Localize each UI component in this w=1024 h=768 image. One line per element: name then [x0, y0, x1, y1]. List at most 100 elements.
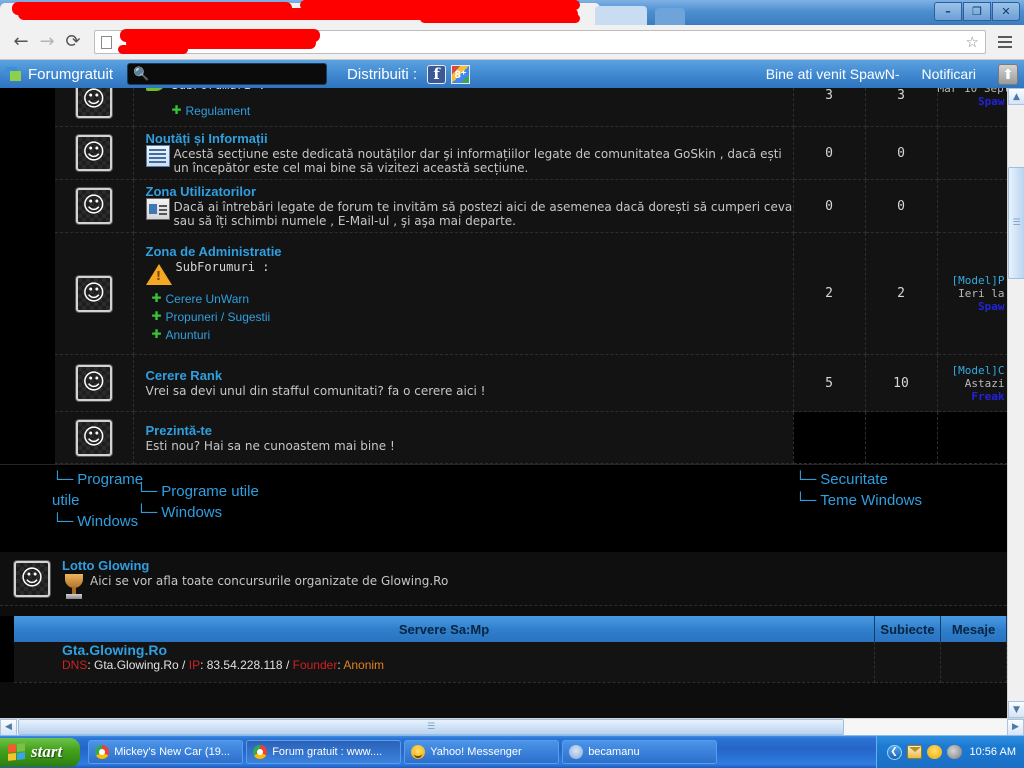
scroll-down-button[interactable]: ▼: [1008, 701, 1024, 718]
lotto-glowing-row: ☺ Lotto Glowing Aici se vor afla toate c…: [0, 552, 1007, 606]
topics-cell: 0: [793, 126, 866, 180]
posts-cell: 3: [865, 88, 938, 127]
yahoo-messenger-tray-icon[interactable]: [926, 745, 942, 759]
forum-title-link[interactable]: Noutăți și Informații: [146, 131, 268, 146]
browser-tab-second[interactable]: [595, 6, 647, 25]
taskbar-item[interactable]: Mickey's New Car (19...: [88, 740, 244, 764]
lastpost-cell: [Model]C Astazi Freak: [937, 354, 1007, 412]
reload-button[interactable]: ⟳: [60, 29, 86, 55]
close-button[interactable]: ✕: [992, 2, 1020, 21]
horizontal-scroll-thumb[interactable]: ☰: [18, 718, 844, 735]
collapse-toolbar-icon[interactable]: ⬆: [998, 63, 1018, 85]
forum-category-table: ☺ SubForumuri : ✚ Regulament: [0, 88, 1007, 464]
lastpost-cell: [937, 179, 1007, 233]
server-posts-cell: [940, 642, 1007, 683]
forum-info-cell: Zona Utilizatorilor Dacă ai întrebări le…: [133, 179, 794, 233]
founder-value: Anonim: [343, 658, 385, 672]
lotto-title-link[interactable]: Lotto Glowing: [62, 558, 149, 573]
tree-column-middle: Programe utile Windows: [136, 481, 356, 523]
facebook-icon[interactable]: f: [427, 64, 447, 84]
subforum-link[interactable]: ✚ Regulament: [170, 102, 251, 120]
topics-count: 0: [825, 145, 833, 161]
forum-unread-icon: ☺: [75, 419, 112, 456]
founder-key: Founder: [292, 658, 338, 672]
lastpost-title[interactable]: [Model]C: [938, 364, 1005, 377]
chrome-icon: [95, 745, 110, 759]
redaction-mark: [118, 45, 188, 54]
warning-icon: [145, 262, 172, 286]
google-plus-icon[interactable]: 8⁺: [451, 64, 471, 84]
table-row: ☺ Zona de Administratie SubForumuri :: [0, 232, 1007, 355]
posts-count: 3: [897, 88, 905, 103]
lastpost-user[interactable]: Spaw: [938, 300, 1005, 313]
table-row: ☺ SubForumuri : ✚ Regulament: [0, 88, 1007, 127]
forum-status-icon-cell: ☺: [55, 88, 134, 127]
forum-title-link[interactable]: Zona Utilizatorilor: [146, 184, 257, 199]
subforum-label: Cerere UnWarn: [165, 291, 250, 306]
row-gutter: [0, 411, 55, 464]
forum-page: ☺ SubForumuri : ✚ Regulament: [0, 88, 1007, 718]
taskbar-item[interactable]: Yahoo! Messenger: [404, 740, 560, 764]
subforum-label: Anunturi: [165, 327, 211, 342]
server-name-link[interactable]: Gta.Glowing.Ro: [62, 638, 167, 658]
forum-title-link[interactable]: Zona de Administratie: [146, 244, 282, 259]
ip-key: IP: [188, 658, 201, 672]
tree-link[interactable]: Programe utile: [136, 481, 356, 502]
lastpost-user[interactable]: Freak: [938, 390, 1004, 403]
forum-description: Esti nou? Hai sa ne cunoastem mai bine !: [145, 438, 395, 453]
forum-unread-icon: ☺: [14, 560, 50, 597]
forum-title-link[interactable]: Prezintă-te: [146, 423, 212, 438]
forum-info-cell: Noutăți și Informații Acestă secțiune es…: [133, 126, 794, 180]
redaction-mark: [420, 14, 580, 23]
taskbar-item[interactable]: becamanu: [562, 740, 718, 764]
subforums-header: SubForumuri :: [175, 259, 270, 274]
scroll-left-button[interactable]: ◀: [0, 718, 17, 736]
topics-cell: 2: [793, 232, 866, 355]
tree-link[interactable]: Windows: [136, 502, 356, 523]
scroll-up-button[interactable]: ▲: [1008, 88, 1024, 105]
show-hidden-icons-icon[interactable]: ❮: [886, 744, 902, 760]
bookmark-star-icon[interactable]: ☆: [966, 33, 979, 51]
servers-col-posts: Mesaje: [940, 616, 1007, 642]
lastpost-title[interactable]: [Model]P: [938, 274, 1005, 287]
vertical-scroll-thumb[interactable]: ☰: [1008, 167, 1024, 279]
posts-count: 0: [897, 145, 905, 161]
taskbar-item-label: Yahoo! Messenger: [430, 746, 522, 758]
taskbar-clock[interactable]: 10:56 AM: [970, 746, 1016, 758]
volume-icon[interactable]: [946, 745, 962, 759]
forum-title-link[interactable]: Cerere Rank: [146, 368, 223, 383]
browser-window: – ❐ ✕ ← → ⟳ ☆ Forumgratuit 🔍 Distribuiti…: [0, 0, 1024, 736]
subforum-link[interactable]: ✚ Anunturi: [150, 326, 793, 344]
page-vertical-scrollbar[interactable]: ▲ ☰ ▼: [1007, 88, 1024, 718]
tree-link[interactable]: Teme Windows: [795, 490, 975, 511]
mail-icon[interactable]: [906, 745, 922, 759]
start-button[interactable]: start: [0, 737, 81, 767]
back-button[interactable]: ←: [8, 29, 34, 55]
ip-value: 83.54.228.118: [206, 658, 283, 672]
tree-link[interactable]: Windows: [52, 511, 138, 532]
tree-link[interactable]: Securitate: [795, 469, 975, 490]
page-horizontal-scrollbar[interactable]: ◀ ☰ ▶: [0, 718, 1024, 736]
scroll-right-button[interactable]: ▶: [1007, 718, 1024, 736]
posts-cell: 0: [865, 179, 938, 233]
horizontal-scroll-track[interactable]: ☰: [17, 718, 1007, 736]
forum-unread-icon: ☺: [75, 275, 112, 312]
maximize-button[interactable]: ❐: [963, 2, 991, 21]
subforum-link[interactable]: ✚ Propuneri / Sugestii: [150, 308, 793, 326]
tree-link[interactable]: Programe utile: [52, 469, 143, 511]
header-gutter: [0, 616, 14, 642]
topics-cell: [793, 411, 866, 464]
system-tray: ❮ 10:56 AM: [875, 735, 1024, 768]
taskbar-item[interactable]: Forum gratuit : www....: [246, 740, 402, 764]
subforum-link[interactable]: ✚ Cerere UnWarn: [150, 290, 793, 308]
forumgratuit-search-input[interactable]: 🔍: [127, 63, 328, 85]
new-tab-button[interactable]: [655, 8, 685, 25]
lastpost-user[interactable]: Spaw: [938, 95, 1005, 108]
taskbar-item-label: Mickey's New Car (19...: [114, 746, 230, 758]
notifications-link[interactable]: Notificari: [922, 66, 976, 82]
chrome-menu-icon[interactable]: [994, 36, 1016, 48]
users-icon: [145, 198, 170, 220]
servers-col-topics: Subiecte: [874, 616, 941, 642]
minimize-button[interactable]: –: [934, 2, 962, 21]
forward-button[interactable]: →: [34, 29, 60, 55]
